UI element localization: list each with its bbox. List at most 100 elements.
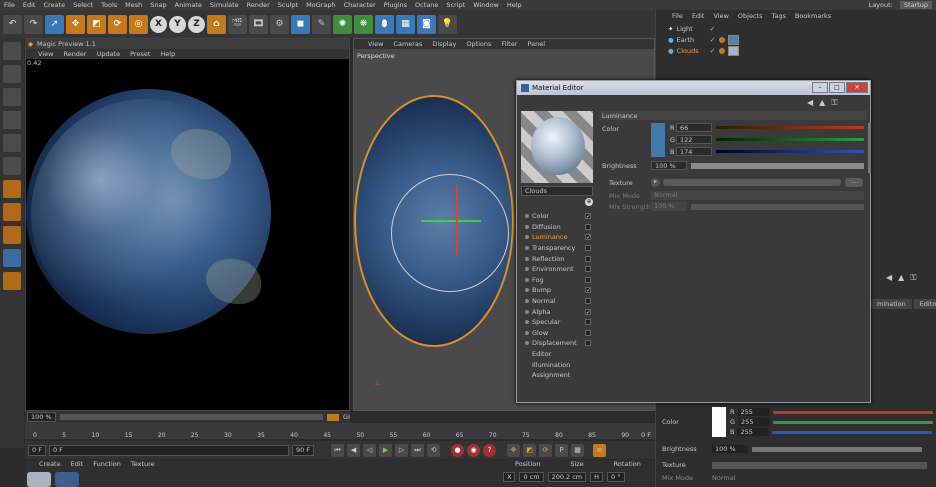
- render-settings-icon[interactable]: ⚙: [270, 14, 289, 34]
- b-slider[interactable]: [716, 150, 864, 153]
- material-thumb-earth[interactable]: [55, 472, 79, 487]
- attr-mixmode-select[interactable]: Normal: [712, 474, 736, 482]
- select-arrow-icon[interactable]: ➚: [45, 14, 64, 34]
- luminance-color-swatch[interactable]: [651, 123, 665, 157]
- menu-render[interactable]: Render: [243, 1, 274, 9]
- magic-menu-update[interactable]: Update: [97, 50, 121, 58]
- magic-menu-help[interactable]: Help: [160, 50, 175, 58]
- undo-icon[interactable]: ↶: [3, 14, 22, 34]
- object-item-clouds[interactable]: ● Clouds ✓: [656, 45, 936, 56]
- mat-menu-function[interactable]: Function: [93, 460, 121, 470]
- channel-bump[interactable]: Bump ✓: [521, 285, 593, 296]
- obj-menu-bookmarks[interactable]: Bookmarks: [795, 12, 831, 20]
- channel-editor[interactable]: Editor: [521, 349, 593, 360]
- texture-menu-arrow-icon[interactable]: ▸: [651, 178, 660, 187]
- current-frame-field[interactable]: 0 F: [48, 444, 289, 456]
- obj-menu-edit[interactable]: Edit: [692, 12, 705, 20]
- texture-browse-button[interactable]: …: [845, 178, 863, 187]
- preview-options-icon[interactable]: ⊕: [585, 198, 593, 206]
- close-icon[interactable]: ✕: [846, 82, 868, 93]
- magic-preview-canvas[interactable]: 0.42: [26, 59, 349, 410]
- channel-color[interactable]: Color ✓: [521, 211, 593, 222]
- zoom-field[interactable]: 100 %: [27, 412, 56, 422]
- up-arrow-icon[interactable]: ▲: [898, 273, 904, 283]
- channel-assignment[interactable]: Assignment: [521, 370, 593, 381]
- attr-b-field[interactable]: 255: [737, 428, 770, 436]
- menu-help[interactable]: Help: [503, 1, 526, 9]
- channel-glow[interactable]: Glow: [521, 328, 593, 339]
- go-to-start-icon[interactable]: ⏮: [331, 443, 345, 457]
- viewport-menu-options[interactable]: Options: [466, 40, 491, 48]
- menu-sculpt[interactable]: Sculpt: [274, 1, 302, 9]
- tab-illumination[interactable]: mination: [871, 299, 912, 309]
- channel-transparency[interactable]: Transparency: [521, 243, 593, 254]
- mixstrength-slider[interactable]: [691, 204, 864, 210]
- layout-select[interactable]: Startup: [899, 1, 932, 9]
- channel-checkbox[interactable]: [585, 223, 591, 230]
- scale-key-icon[interactable]: ◩: [523, 443, 537, 457]
- menu-snap[interactable]: Snap: [146, 1, 170, 9]
- make-editable-icon[interactable]: [3, 42, 21, 60]
- menu-create[interactable]: Create: [39, 1, 69, 9]
- menu-simulate[interactable]: Simulate: [206, 1, 243, 9]
- timeline-window-icon[interactable]: ≡: [593, 443, 607, 457]
- attr-brightness-field[interactable]: 100 %: [712, 445, 748, 453]
- menu-script[interactable]: Script: [442, 1, 469, 9]
- attr-color-swatch[interactable]: [712, 407, 726, 437]
- scale-tool-icon[interactable]: ◩: [87, 14, 106, 34]
- up-arrow-icon[interactable]: ▲: [819, 98, 825, 108]
- cube-primitive-icon[interactable]: ◼: [291, 14, 310, 34]
- attr-r-slider[interactable]: [772, 410, 933, 414]
- sculpt-icon[interactable]: [3, 272, 21, 290]
- attr-texture-field[interactable]: [712, 461, 927, 469]
- menu-mesh[interactable]: Mesh: [121, 1, 146, 9]
- channel-checkbox[interactable]: [585, 319, 591, 326]
- channel-fog[interactable]: Fog: [521, 275, 593, 286]
- rotate-tool-icon[interactable]: ⟳: [108, 14, 127, 34]
- visibility-check-icon[interactable]: ✓: [710, 47, 716, 55]
- viewport-menu-panel[interactable]: Panel: [528, 40, 546, 48]
- object-item-light[interactable]: ✦ Light ✓: [656, 23, 936, 34]
- next-frame-icon[interactable]: ▷: [395, 443, 409, 457]
- gi-toggle[interactable]: GI: [343, 413, 350, 421]
- subdivision-surface-icon[interactable]: ✺: [333, 14, 352, 34]
- minimize-icon[interactable]: –: [812, 82, 828, 93]
- lock-icon[interactable]: ⚿: [831, 98, 837, 108]
- back-arrow-icon[interactable]: ◀: [886, 273, 892, 283]
- array-icon[interactable]: ❋: [354, 14, 373, 34]
- obj-menu-file[interactable]: File: [672, 12, 683, 20]
- point-level-key-icon[interactable]: ▦: [571, 443, 585, 457]
- model-mode-icon[interactable]: [3, 65, 21, 83]
- render-view-icon[interactable]: 🎬: [228, 14, 247, 34]
- channel-diffusion[interactable]: Diffusion: [521, 222, 593, 233]
- tweak-mode-icon[interactable]: [3, 226, 21, 244]
- material-tag-earth[interactable]: [727, 34, 739, 45]
- brightness-field[interactable]: 100 %: [651, 161, 687, 170]
- menu-tools[interactable]: Tools: [97, 1, 121, 9]
- end-frame-field[interactable]: 90 F: [291, 444, 315, 456]
- material-tag-clouds[interactable]: [727, 45, 739, 56]
- spline-pen-icon[interactable]: ✎: [312, 14, 331, 34]
- camera-icon[interactable]: ◙: [417, 14, 436, 34]
- viewport-menu-filter[interactable]: Filter: [501, 40, 517, 48]
- mat-menu-edit[interactable]: Edit: [71, 460, 84, 470]
- menu-select[interactable]: Select: [69, 1, 97, 9]
- snapping-icon[interactable]: [3, 249, 21, 267]
- channel-displacement[interactable]: Displacement: [521, 338, 593, 349]
- play-icon[interactable]: ▶: [379, 443, 393, 457]
- tab-editor[interactable]: Edito: [913, 299, 936, 309]
- viewport-menu-cameras[interactable]: Cameras: [393, 40, 422, 48]
- loop-icon[interactable]: ⟲: [427, 443, 441, 457]
- menu-mograph[interactable]: MoGraph: [302, 1, 340, 9]
- obj-menu-tags[interactable]: Tags: [771, 12, 785, 20]
- material-preview[interactable]: [521, 111, 593, 183]
- g-slider[interactable]: [716, 138, 864, 141]
- texture-mode-icon[interactable]: [3, 88, 21, 106]
- visibility-check-icon[interactable]: ✓: [709, 25, 715, 33]
- mixstrength-field[interactable]: 100 %: [651, 202, 687, 211]
- channel-specular[interactable]: Specular: [521, 317, 593, 328]
- channel-environment[interactable]: Environment: [521, 264, 593, 275]
- channel-checkbox[interactable]: ✓: [585, 213, 591, 220]
- floor-icon[interactable]: ▦: [396, 14, 415, 34]
- menu-octane[interactable]: Octane: [411, 1, 442, 9]
